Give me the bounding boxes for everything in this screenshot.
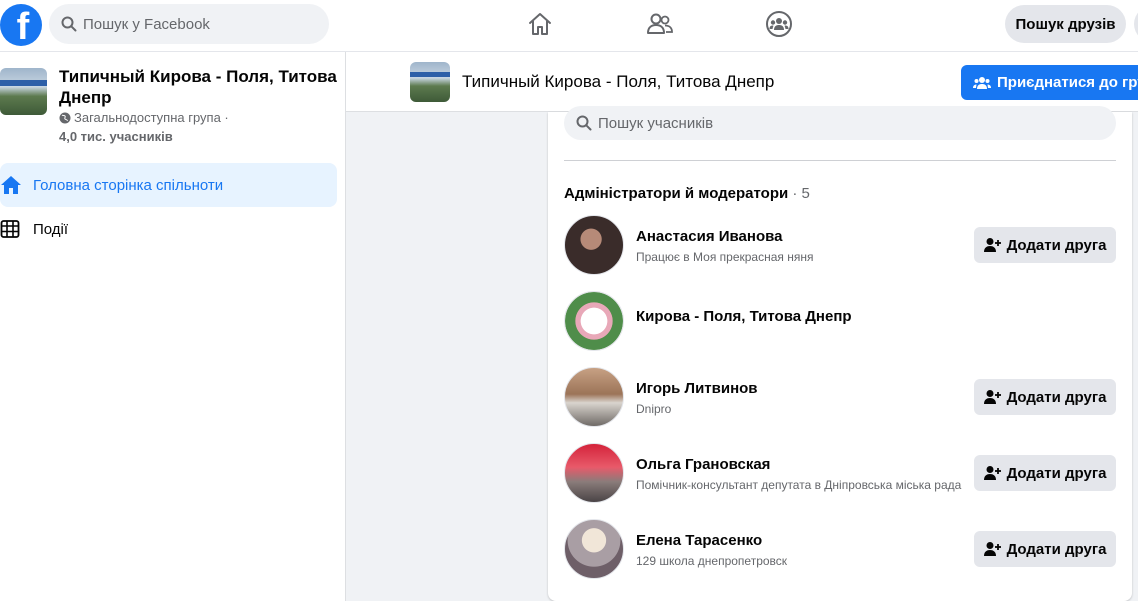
member-name[interactable]: Ольга Грановская	[636, 456, 770, 473]
add-friend-icon	[983, 390, 1001, 404]
add-friend-icon	[983, 542, 1001, 556]
list-item: Игорь Литвинов Dnipro Додати друга	[564, 367, 1116, 429]
sidebar-item-label: Події	[33, 220, 69, 238]
group-title[interactable]: Типичный Кирова - Поля, Титова Днепр	[462, 72, 774, 92]
group-cover-thumbnail-small[interactable]	[410, 62, 450, 102]
member-search-input[interactable]	[598, 114, 1098, 132]
facebook-logo-letter: f	[16, 6, 30, 46]
add-friend-button[interactable]: Додати друга	[974, 379, 1116, 415]
add-friend-icon	[983, 238, 1001, 252]
member-name[interactable]: Игорь Литвинов	[636, 380, 758, 397]
join-group-button[interactable]: Приєднатися до групи	[961, 65, 1138, 100]
facebook-search-input[interactable]	[83, 15, 313, 33]
menu-button[interactable]	[1134, 5, 1138, 43]
add-friend-label: Додати друга	[1006, 388, 1107, 406]
list-item: Елена Тарасенко 129 школа днепропетровск…	[564, 519, 1116, 581]
member-subtitle: Dnipro	[636, 402, 672, 416]
member-search-box[interactable]	[564, 106, 1116, 140]
home-outline-icon	[529, 13, 551, 35]
sidebar-item-events[interactable]: Події	[0, 207, 337, 251]
group-member-count: 4,0 тис. учасників	[59, 129, 173, 144]
add-friend-icon	[983, 466, 1001, 480]
group-header-strip: Типичный Кирова - Поля, Титова Днепр При…	[346, 52, 1138, 112]
add-friend-label: Додати друга	[1006, 464, 1107, 482]
avatar[interactable]	[564, 215, 624, 275]
divider	[564, 160, 1116, 161]
home-icon	[0, 175, 33, 195]
facebook-logo[interactable]: f	[0, 4, 42, 46]
sidebar-item-community-home[interactable]: Головна сторінка спільноти	[0, 163, 337, 207]
add-friend-button[interactable]: Додати друга	[974, 455, 1116, 491]
join-group-label: Приєднатися до групи	[997, 74, 1138, 91]
nav-groups[interactable]	[759, 6, 799, 42]
member-subtitle: Помічник-консультант депутата в Дніпровс…	[636, 478, 962, 492]
group-name[interactable]: Типичный Кирова - Поля, Титова Днепр	[59, 66, 339, 108]
group-privacy-text: Загальнодоступна група ·	[74, 110, 229, 125]
groups-outline-icon	[766, 11, 792, 37]
friends-outline-icon	[647, 13, 673, 34]
search-icon	[61, 16, 77, 32]
find-friends-button[interactable]: Пошук друзів	[1005, 5, 1126, 43]
member-subtitle: Працює в Моя прекрасная няня	[636, 250, 814, 264]
list-item: Кирова - Поля, Титова Днепр	[564, 291, 1116, 353]
member-name[interactable]: Кирова - Поля, Титова Днепр	[636, 308, 852, 325]
facebook-search-box[interactable]	[49, 4, 329, 44]
nav-home[interactable]	[520, 6, 560, 42]
top-navigation-bar: f Пошук друзів	[0, 0, 1138, 52]
member-subtitle: 129 школа днепропетровск	[636, 554, 788, 568]
section-title-text: Адміністратори й модератори	[564, 185, 789, 202]
add-friend-button[interactable]: Додати друга	[974, 227, 1116, 263]
section-count: · 5	[788, 185, 810, 202]
group-info: Типичный Кирова - Поля, Титова Днепр Заг…	[0, 66, 346, 156]
avatar[interactable]	[564, 519, 624, 579]
add-friend-label: Додати друга	[1006, 236, 1107, 254]
list-item: Анастасия Иванова Працює в Моя прекрасна…	[564, 215, 1116, 277]
avatar[interactable]	[564, 367, 624, 427]
group-privacy: Загальнодоступна група ·	[59, 109, 339, 127]
avatar[interactable]	[564, 291, 624, 351]
add-friend-label: Додати друга	[1006, 540, 1107, 558]
list-item: Ольга Грановская Помічник-консультант де…	[564, 443, 1116, 505]
calendar-grid-icon	[0, 219, 33, 239]
nav-friends[interactable]	[640, 6, 680, 42]
member-name[interactable]: Елена Тарасенко	[636, 532, 762, 549]
group-cover-thumbnail[interactable]	[0, 68, 47, 115]
globe-icon	[59, 112, 71, 124]
avatar[interactable]	[564, 443, 624, 503]
left-sidebar: Типичный Кирова - Поля, Титова Днепр Заг…	[0, 52, 346, 601]
search-icon	[576, 115, 592, 131]
sidebar-item-label: Головна сторінка спільноти	[33, 176, 224, 194]
add-friend-button[interactable]: Додати друга	[974, 531, 1116, 567]
admins-section-title: Адміністратори й модератори · 5	[564, 185, 810, 202]
member-name[interactable]: Анастасия Иванова	[636, 228, 782, 245]
group-people-icon	[973, 76, 991, 89]
members-card: Адміністратори й модератори · 5 Анастаси…	[548, 106, 1132, 601]
